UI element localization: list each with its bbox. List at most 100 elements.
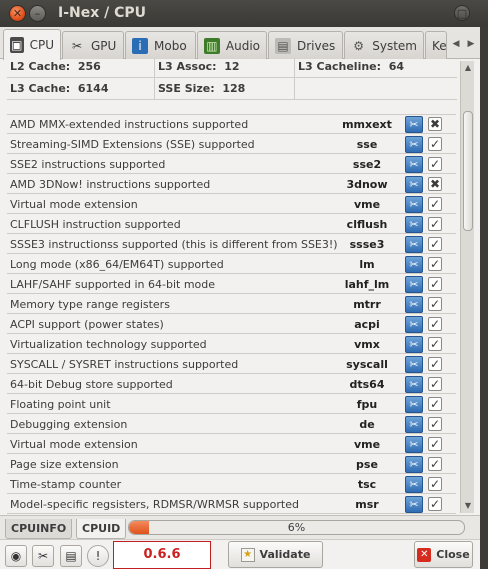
tab-label: Mobo (154, 38, 187, 53)
tools-icon[interactable]: ✂ (405, 476, 423, 493)
tab-cpuinfo[interactable]: CPUINFO (5, 519, 73, 539)
tools-icon[interactable]: ✂ (405, 356, 423, 373)
instruction-flag: vmx (354, 338, 380, 351)
tools-icon[interactable]: ✂ (405, 136, 423, 153)
instruction-row: SSSE3 instructionss supported (this is d… (7, 234, 456, 254)
instruction-row: Debugging extension de ✂ ✓ (7, 414, 456, 434)
validate-button[interactable]: ★ Validate (228, 541, 323, 568)
window-minimize-button[interactable]: – (29, 5, 46, 22)
app-window: ▣ CPU ✂ GPU i Mobo ▥ Audio ▤ Drives ⚙ Sy… (0, 27, 488, 569)
tools-icon[interactable]: ✂ (405, 436, 423, 453)
tools-icon[interactable]: ✂ (405, 396, 423, 413)
tab-mobo[interactable]: i Mobo (125, 31, 196, 59)
checkmark-icon[interactable]: ✓ (428, 197, 442, 211)
instruction-flag: de (359, 418, 375, 431)
tools-icon[interactable]: ✂ (405, 256, 423, 273)
window-frame-edge (480, 27, 488, 569)
tab-label: CPU (29, 38, 54, 52)
checkmark-icon[interactable]: ✓ (428, 297, 442, 311)
instruction-description: AMD 3DNow! instructions supported (10, 178, 211, 191)
instruction-flag: tsc (357, 478, 377, 491)
tools-icon[interactable]: ✂ (405, 336, 423, 353)
instruction-description: Memory type range registers (10, 298, 170, 311)
tools-icon[interactable]: ✂ (405, 296, 423, 313)
cache-row: L2 Cache: 256 L3 Assoc: 12 L3 Cacheline:… (7, 58, 457, 78)
tools-icon[interactable]: ✂ (405, 236, 423, 253)
tab-label: GPU (91, 38, 117, 53)
scroll-up-icon[interactable]: ▲ (461, 61, 475, 75)
tools-icon[interactable]: ✂ (405, 456, 423, 473)
instruction-row: AMD MMX-extended instructions supported m… (7, 114, 456, 134)
value: 6144 (77, 82, 109, 95)
instruction-description: Model-specific regsisters, RDMSR/WRMSR s… (10, 498, 299, 511)
close-button[interactable]: ✕ Close (414, 541, 473, 568)
checkmark-icon[interactable]: ✓ (428, 277, 442, 291)
tools-icon[interactable]: ✂ (405, 176, 423, 193)
l3-cacheline: L3 Cacheline: 64 (295, 58, 457, 77)
window-close-button[interactable]: ✕ (9, 5, 26, 22)
printer-icon[interactable]: ▤ (60, 545, 82, 567)
tab-scroll-right-icon[interactable]: ▶ (464, 33, 478, 55)
tab-cpu[interactable]: ▣ CPU (3, 29, 61, 60)
instruction-flag: mtrr (353, 298, 381, 311)
tab-kernel-partial[interactable]: Ke (425, 31, 447, 59)
checkmark-icon[interactable]: ✓ (428, 257, 442, 271)
info-icon[interactable]: ! (87, 545, 109, 567)
tools-icon[interactable]: ✂ (405, 496, 423, 513)
window-title: I-Nex / CPU (58, 5, 147, 21)
checkmark-icon[interactable]: ✓ (428, 337, 442, 351)
instruction-description: Long mode (x86_64/EM64T) supported (10, 258, 224, 271)
checkmark-icon[interactable]: ✓ (428, 317, 442, 331)
tools-icon[interactable]: ✂ (405, 276, 423, 293)
tools-icon[interactable]: ✂ (405, 156, 423, 173)
tab-scroll-left-icon[interactable]: ◀ (449, 33, 463, 55)
tab-cpuid[interactable]: CPUID (76, 519, 127, 539)
info-icon: i (132, 37, 148, 54)
tab-label: Drives (297, 38, 336, 53)
scroll-down-icon[interactable]: ▼ (461, 499, 475, 513)
checkmark-icon[interactable]: ✓ (428, 417, 442, 431)
instruction-flag: msr (355, 498, 379, 511)
tools-icon[interactable]: ✂ (405, 316, 423, 333)
checkmark-icon[interactable]: ✓ (428, 477, 442, 491)
tools-icon[interactable]: ✂ (405, 376, 423, 393)
checkmark-icon[interactable]: ✓ (428, 377, 442, 391)
tab-gpu[interactable]: ✂ GPU (62, 31, 124, 59)
tab-drives[interactable]: ▤ Drives (268, 31, 343, 59)
tools-icon[interactable]: ✂ (405, 216, 423, 233)
sse-size: SSE Size: 128 (155, 78, 295, 99)
cache-row: L3 Cache: 6144 SSE Size: 128 (7, 78, 457, 100)
cross-icon[interactable]: ✖ (428, 177, 442, 191)
value: 12 (224, 60, 240, 73)
checkmark-icon[interactable]: ✓ (428, 137, 442, 151)
vertical-scrollbar[interactable]: ▲ ▼ (460, 61, 474, 513)
checkmark-icon[interactable]: ✓ (428, 237, 442, 251)
checkmark-icon[interactable]: ✓ (428, 457, 442, 471)
checkmark-icon[interactable]: ✓ (428, 437, 442, 451)
instruction-description: Page size extension (10, 458, 119, 471)
tools-icon[interactable]: ✂ (405, 116, 423, 133)
instruction-list[interactable]: AMD MMX-extended instructions supported m… (7, 114, 456, 514)
tools-icon[interactable]: ✂ (32, 545, 54, 567)
cross-icon[interactable]: ✖ (428, 117, 442, 131)
instruction-flag: sse (356, 138, 378, 151)
tools-icon[interactable]: ✂ (405, 416, 423, 433)
checkmark-icon[interactable]: ✓ (428, 357, 442, 371)
bottom-strip: CPUINFO CPUID 6% (0, 515, 488, 539)
tab-bar: ▣ CPU ✂ GPU i Mobo ▥ Audio ▤ Drives ⚙ Sy… (0, 27, 488, 60)
certificate-icon: ★ (240, 547, 255, 562)
tools-icon[interactable]: ✂ (405, 196, 423, 213)
label: L3 Cacheline: (298, 60, 382, 73)
scroll-thumb[interactable] (463, 111, 473, 231)
checkmark-icon[interactable]: ✓ (428, 497, 442, 511)
window-maximize-button[interactable]: □ (454, 5, 470, 21)
tab-audio[interactable]: ▥ Audio (197, 31, 267, 59)
checkmark-icon[interactable]: ✓ (428, 157, 442, 171)
tools-icon: ✂ (71, 38, 83, 53)
tab-label: Ke (432, 38, 447, 53)
tab-system[interactable]: ⚙ System (344, 31, 424, 59)
checkmark-icon[interactable]: ✓ (428, 397, 442, 411)
instruction-flag: sse2 (352, 158, 382, 171)
checkmark-icon[interactable]: ✓ (428, 217, 442, 231)
camera-icon[interactable]: ◉ (5, 545, 27, 567)
